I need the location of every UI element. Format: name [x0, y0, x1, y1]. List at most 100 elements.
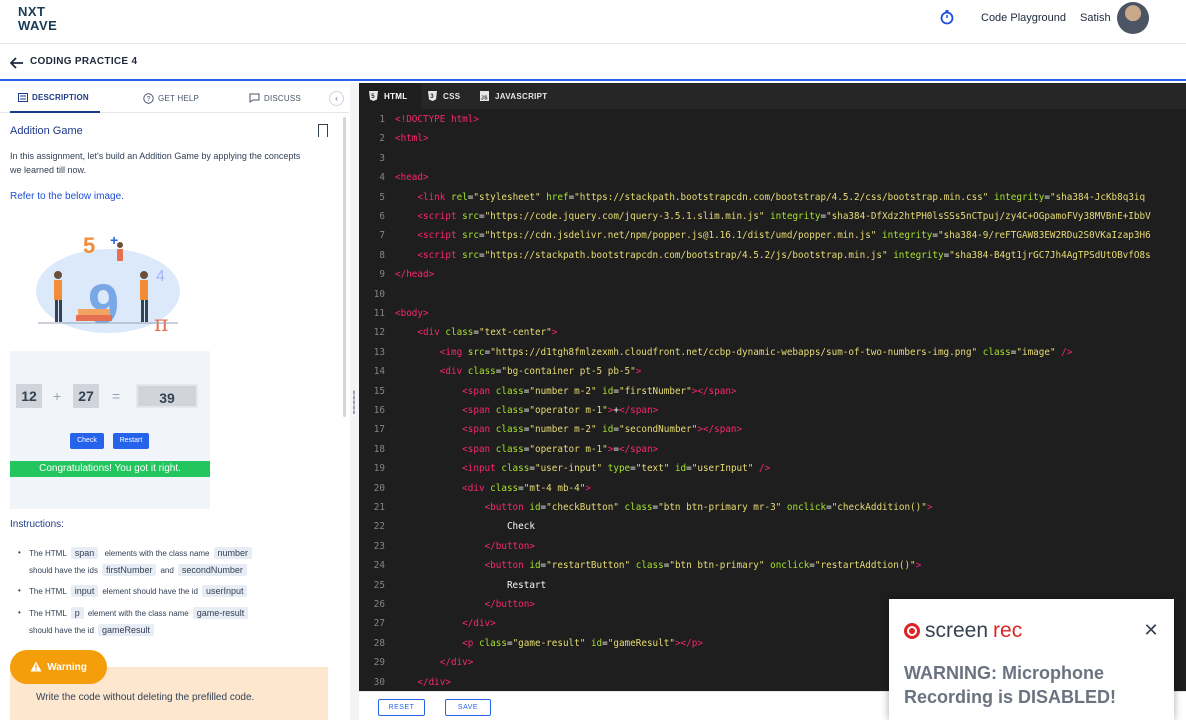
code-token: "number m-2" [529, 385, 597, 397]
code-line[interactable]: 1 <!DOCTYPE html> [359, 110, 1186, 129]
line-number: 25 [373, 579, 385, 591]
code-token: id [529, 502, 541, 513]
code-line[interactable]: 13 <img src="https://d1tgh8fmlzexmh.clou… [359, 343, 1186, 362]
code-line[interactable]: 2 <html> [359, 129, 1186, 148]
code-line[interactable]: 17 <span class="number m-2" id="secondNu… [359, 420, 1186, 439]
drag-handle-icon[interactable] [353, 390, 355, 414]
code-text[interactable]: </button> [395, 595, 535, 614]
code-line[interactable]: 21 <button id="checkButton" class="btn b… [359, 498, 1186, 517]
code-text[interactable]: Check [395, 517, 535, 536]
code-line[interactable]: 10 [359, 285, 1186, 304]
code-text[interactable]: <script src="https://code.jquery.com/jqu… [395, 207, 1150, 226]
code-text[interactable]: <input class="user-input" type="text" id… [395, 459, 770, 478]
code-line[interactable]: 19 <input class="user-input" type="text"… [359, 459, 1186, 478]
instr-text: should have the ids [29, 566, 98, 575]
code-text[interactable]: <link rel="stylesheet" href="https://sta… [395, 188, 1145, 207]
code-token: <!DOCTYPE html> [395, 114, 479, 125]
tab-get-help[interactable]: ? GET HELP [143, 93, 199, 104]
code-token: "operator m-1" [529, 443, 608, 455]
save-button[interactable]: SAVE [445, 699, 491, 716]
code-token: <span [462, 405, 496, 416]
code-playground-link[interactable]: Code Playground [981, 12, 1066, 24]
second-number: 27 [73, 384, 99, 408]
code-token: id [602, 424, 614, 436]
problem-title: Addition Game [10, 125, 83, 137]
code-line[interactable]: 16 <span class="operator m-1">+</span> [359, 401, 1186, 420]
game-preview: 12 + 27 = 39 Check Restart Congratulatio… [10, 351, 210, 509]
code-line[interactable]: 11 <body> [359, 304, 1186, 323]
code-text[interactable]: <span class="operator m-1">+</span> [395, 401, 658, 420]
code-text[interactable]: </div> [395, 614, 496, 633]
code-text[interactable]: <div class="mt-4 mb-4"> [395, 479, 591, 498]
js-icon: JS [480, 91, 489, 101]
user-name[interactable]: Satish [1080, 12, 1111, 24]
code-text[interactable]: <script src="https://stackpath.bootstrap… [395, 246, 1150, 265]
code-text[interactable]: </div> [395, 673, 451, 691]
code-token: Check [395, 521, 535, 533]
code-line[interactable]: 7 <script src="https://cdn.jsdelivr.net/… [359, 226, 1186, 245]
code-line[interactable]: 8 <script src="https://stackpath.bootstr… [359, 246, 1186, 265]
tab-css[interactable]: 3 CSS [428, 91, 460, 101]
code-line[interactable]: 15 <span class="number m-2" id="firstNum… [359, 382, 1186, 401]
tab-html[interactable]: 5 HTML [369, 91, 407, 101]
code-text[interactable]: <body> [395, 304, 429, 323]
code-line[interactable]: 24 <button id="restartButton" class="btn… [359, 556, 1186, 575]
code-text[interactable]: <div class="bg-container pt-5 pb-5"> [395, 362, 642, 381]
code-line[interactable]: 4 <head> [359, 168, 1186, 187]
code-text[interactable]: <!DOCTYPE html> [395, 110, 479, 129]
code-text[interactable]: <img src="https://d1tgh8fmlzexmh.cloudfr… [395, 343, 1073, 362]
code-line[interactable]: 14 <div class="bg-container pt-5 pb-5"> [359, 362, 1186, 381]
code-line[interactable]: 22 Check [359, 517, 1186, 536]
code-token: <html> [395, 133, 429, 145]
code-line[interactable]: 9 </head> [359, 265, 1186, 284]
code-text[interactable]: <span class="operator m-1">=</span> [395, 440, 658, 459]
tab-javascript[interactable]: JS JAVASCRIPT [480, 91, 548, 101]
code-token: onclick [786, 502, 827, 513]
code-token: class [495, 405, 524, 416]
code-text[interactable]: <head> [395, 168, 429, 187]
code-text[interactable]: Restart [395, 576, 546, 595]
code-text[interactable]: </button> [395, 537, 535, 556]
instruction-item: • The HTML input element should have the i… [18, 583, 338, 600]
stopwatch-icon[interactable] [939, 9, 955, 25]
code-line[interactable]: 3 [359, 149, 1186, 168]
scrollbar[interactable] [343, 117, 346, 417]
reset-button[interactable]: RESET [378, 699, 425, 716]
code-text[interactable]: <div class="text-center"> [395, 323, 557, 342]
code-line[interactable]: 23 </button> [359, 537, 1186, 556]
code-line[interactable]: 20 <div class="mt-4 mb-4"> [359, 479, 1186, 498]
code-token: > [635, 366, 642, 378]
code-line[interactable]: 5 <link rel="stylesheet" href="https://s… [359, 188, 1186, 207]
code-line[interactable]: 18 <span class="operator m-1">=</span> [359, 440, 1186, 459]
line-number: 8 [379, 249, 385, 261]
code-line[interactable]: 6 <script src="https://code.jquery.com/j… [359, 207, 1186, 226]
code-token: "gameResult" [607, 637, 675, 649]
line-number: 6 [379, 211, 385, 222]
practice-header: CODING PRACTICE 4 [0, 44, 1186, 81]
code-line[interactable]: 25 Restart [359, 576, 1186, 595]
tab-discuss[interactable]: DISCUSS [249, 93, 301, 103]
code-text[interactable]: <span class="number m-2" id="firstNumber… [395, 382, 736, 401]
tab-description[interactable]: DESCRIPTION [18, 93, 89, 103]
nxtwave-logo[interactable]: NXT WAVE [18, 4, 78, 34]
code-text[interactable]: <button id="checkButton" class="btn btn-… [395, 498, 933, 517]
code-token: class [445, 327, 474, 339]
avatar[interactable] [1117, 2, 1149, 34]
collapse-panel-button[interactable]: ‹ [329, 91, 344, 106]
back-arrow-icon[interactable] [9, 56, 24, 72]
code-text[interactable]: <script src="https://cdn.jsdelivr.net/np… [395, 226, 1150, 245]
code-text[interactable]: <button id="restartButton" class="btn bt… [395, 556, 922, 575]
logo-line-1: NXT [18, 4, 46, 19]
code-text[interactable]: <span class="number m-2" id="secondNumbe… [395, 420, 742, 439]
close-icon[interactable]: ✕ [1142, 621, 1160, 639]
code-token: integrity [893, 249, 944, 261]
instr-text: The HTML [29, 549, 67, 558]
code-text[interactable]: </div> [395, 653, 474, 672]
code-text[interactable]: <p class="game-result" id="gameResult"><… [395, 634, 703, 653]
code-text[interactable]: </head> [395, 265, 434, 284]
code-line[interactable]: 12 <div class="text-center"> [359, 323, 1186, 342]
bookmark-icon[interactable] [318, 124, 328, 137]
code-text[interactable]: <html> [395, 129, 429, 148]
